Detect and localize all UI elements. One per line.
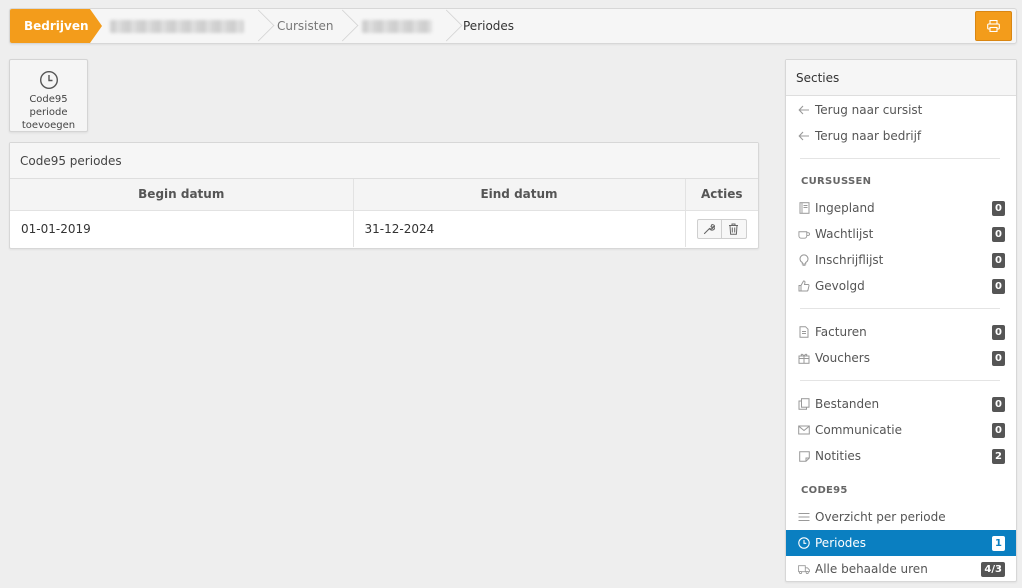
sidebar-item-label: Periodes [815, 536, 867, 550]
files-icon [798, 398, 810, 410]
sidebar-item-waitlist[interactable]: Wachtlijst 0 [786, 221, 1016, 247]
count-badge: 0 [992, 396, 1005, 412]
breadcrumb-periods: Periodes [463, 19, 515, 33]
sidebar-item-label: Overzicht per periode [815, 510, 946, 524]
redacted-text [362, 19, 432, 33]
book-icon [798, 202, 810, 214]
thumbs-up-icon [798, 280, 810, 292]
add-code95-period-button[interactable]: Code95 periode toevoegen [9, 59, 88, 132]
envelope-icon [798, 424, 810, 436]
printer-icon [987, 20, 1000, 32]
code95-caption: CODE95 [801, 485, 848, 496]
sidebar-item-label: Inschrijflijst [815, 253, 884, 267]
sidebar-title: Secties [786, 60, 1016, 96]
divider [800, 380, 1000, 381]
column-header-actions: Acties [684, 179, 758, 211]
sidebar-item-label: Wachtlijst [815, 227, 874, 241]
sidebar-item-label: Ingepland [815, 201, 875, 215]
sidebar-item-planned[interactable]: Ingepland 0 [786, 195, 1016, 221]
document-icon [798, 326, 810, 338]
breadcrumb-students[interactable]: Cursisten [277, 9, 333, 43]
print-button[interactable] [975, 11, 1012, 41]
redacted-text [110, 19, 244, 33]
cell-begin-date: 01-01-2019 [21, 221, 91, 236]
count-badge: 0 [992, 324, 1005, 340]
row-actions [696, 218, 747, 239]
count-badge: 0 [992, 422, 1005, 438]
divider [800, 158, 1000, 159]
clock-icon [798, 537, 810, 549]
code95-periods-panel: Code95 periodes Begin datum Eind datum A… [9, 142, 759, 249]
divider [800, 308, 1000, 309]
breadcrumb-companies[interactable]: Bedrijven [10, 9, 102, 43]
breadcrumb-separator [438, 9, 452, 43]
count-badge: 0 [992, 350, 1005, 366]
breadcrumb-separator [250, 9, 264, 43]
breadcrumb-separator [334, 9, 348, 43]
sidebar-item-all-achieved-hours[interactable]: Alle behaalde uren 4/3 [786, 556, 1016, 582]
arrow-left-icon [798, 130, 810, 142]
column-header-begin-date: Begin datum [10, 179, 353, 211]
sidebar-item-files[interactable]: Bestanden 0 [786, 391, 1016, 417]
sections-sidebar: Secties Terug naar cursist Terug naar be… [785, 59, 1017, 582]
sidebar-item-label: Bestanden [815, 397, 880, 411]
sidebar-item-label: Alle behaalde uren [815, 562, 928, 576]
count-badge: 0 [992, 252, 1005, 268]
add-period-label-line2: toevoegen [21, 120, 76, 131]
sidebar-item-invoices[interactable]: Facturen 0 [786, 319, 1016, 345]
sidebar-item-back-to-student[interactable]: Terug naar cursist [786, 97, 1016, 123]
truck-icon [798, 563, 810, 575]
lightbulb-icon [798, 254, 810, 266]
table-header-row: Begin datum Eind datum Acties [10, 179, 758, 211]
count-badge: 2 [992, 448, 1005, 464]
sidebar-item-signup-list[interactable]: Inschrijflijst 0 [786, 247, 1016, 273]
panel-title: Code95 periodes [10, 143, 758, 179]
count-badge: 4/3 [981, 561, 1005, 577]
sidebar-item-notes[interactable]: Notities 2 [786, 443, 1016, 469]
periods-table: Begin datum Eind datum Acties 01-01-2019… [10, 179, 758, 247]
clock-icon [39, 70, 58, 90]
breadcrumb: Bedrijven Cursisten Periodes [9, 8, 1017, 44]
count-badge: 1 [992, 535, 1005, 551]
breadcrumb-company-name[interactable] [110, 9, 244, 43]
column-header-end-date: Eind datum [352, 179, 685, 211]
sidebar-item-label: Terug naar cursist [815, 103, 923, 117]
list-icon [798, 511, 810, 523]
sidebar-item-communication[interactable]: Communicatie 0 [786, 417, 1016, 443]
sidebar-item-overview-per-period[interactable]: Overzicht per periode [786, 504, 1016, 530]
cell-end-date: 31-12-2024 [352, 210, 685, 247]
trash-icon [729, 223, 739, 235]
sidebar-item-label: Facturen [815, 325, 867, 339]
count-badge: 0 [992, 278, 1005, 294]
courses-caption: CURSUSSEN [801, 176, 872, 187]
wrench-icon [704, 223, 716, 234]
table-row: 01-01-2019 31-12-2024 [10, 210, 758, 247]
sidebar-item-label: Vouchers [815, 351, 870, 365]
sidebar-item-label: Terug naar bedrijf [815, 129, 922, 143]
sidebar-item-label: Notities [815, 449, 862, 463]
sidebar-item-label: Gevolgd [815, 279, 865, 293]
sticky-note-icon [798, 450, 810, 462]
arrow-left-icon [798, 104, 810, 116]
sidebar-item-followed[interactable]: Gevolgd 0 [786, 273, 1016, 299]
gift-icon [798, 352, 810, 364]
count-badge: 0 [992, 226, 1005, 242]
delete-button[interactable] [721, 218, 747, 239]
breadcrumb-student-name[interactable] [362, 9, 432, 43]
coffee-cup-icon [798, 228, 810, 240]
count-badge: 0 [992, 200, 1005, 216]
sidebar-item-label: Communicatie [815, 423, 903, 437]
cell-actions [684, 210, 758, 247]
add-period-label-line1: Code95 periode [29, 94, 68, 118]
sidebar-item-periods[interactable]: Periodes 1 [786, 530, 1016, 556]
sidebar-item-vouchers[interactable]: Vouchers 0 [786, 345, 1016, 371]
edit-button[interactable] [696, 218, 722, 239]
sidebar-item-back-to-company[interactable]: Terug naar bedrijf [786, 123, 1016, 149]
